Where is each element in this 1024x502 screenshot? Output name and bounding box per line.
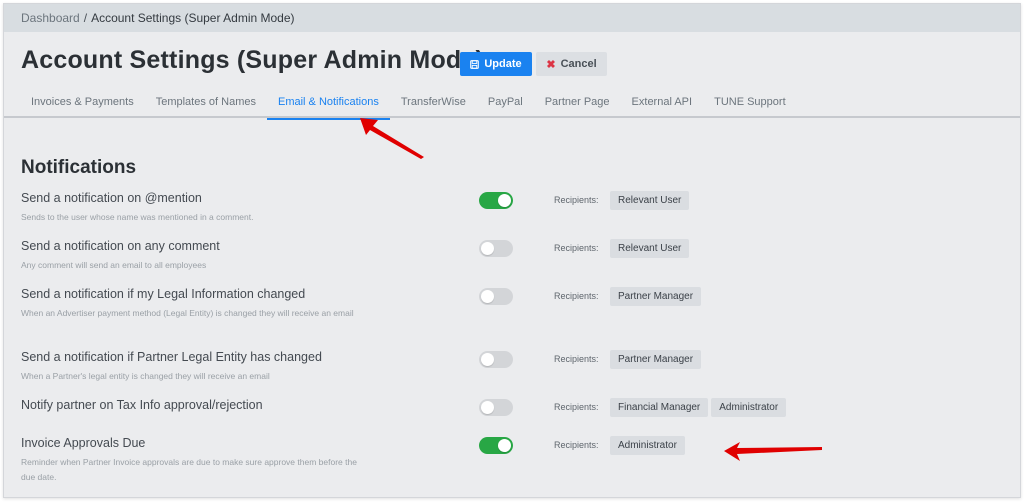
- notification-description: Sends to the user whose name was mention…: [21, 212, 254, 222]
- recipient-chip[interactable]: Relevant User: [610, 239, 690, 258]
- toggle-knob: [498, 194, 511, 207]
- notification-toggle[interactable]: [479, 240, 513, 257]
- notification-description: Reminder when Partner Invoice approvals …: [21, 457, 357, 482]
- close-icon: ✖: [546, 58, 556, 71]
- notification-label: Send a notification on any comment: [21, 239, 220, 253]
- notification-toggle[interactable]: [479, 192, 513, 209]
- update-button-label: Update: [484, 58, 522, 70]
- notification-toggle[interactable]: [479, 437, 513, 454]
- recipient-chip[interactable]: Partner Manager: [610, 287, 702, 306]
- tab-tune-support[interactable]: TUNE Support: [703, 90, 797, 118]
- recipients-label: Recipients:: [554, 440, 599, 450]
- toggle-knob: [498, 439, 511, 452]
- notification-label: Notify partner on Tax Info approval/reje…: [21, 398, 263, 412]
- tab-partner-page[interactable]: Partner Page: [534, 90, 621, 118]
- recipients-label: Recipients:: [554, 402, 599, 412]
- section-title: Notifications: [21, 157, 137, 178]
- update-button[interactable]: Update: [460, 52, 532, 76]
- notification-description: When a Partner's legal entity is changed…: [21, 371, 270, 381]
- recipient-chip[interactable]: Partner Manager: [610, 350, 702, 369]
- cancel-button-label: Cancel: [560, 58, 597, 70]
- settings-tabs: Invoices & Payments Templates of Names Ema…: [4, 90, 1020, 120]
- recipient-chip[interactable]: Financial Manager: [610, 398, 709, 417]
- breadcrumb-separator: /: [83, 11, 88, 25]
- notification-toggle[interactable]: [479, 399, 513, 416]
- notification-label: Send a notification if my Legal Informat…: [21, 287, 306, 301]
- annotation-arrow-tab: [360, 118, 424, 159]
- toggle-knob: [481, 242, 494, 255]
- tab-invoices-payments[interactable]: Invoices & Payments: [20, 90, 145, 118]
- notification-label: Send a notification if Partner Legal Ent…: [21, 350, 322, 364]
- recipient-chip[interactable]: Relevant User: [610, 191, 690, 210]
- recipients-list: Partner Manager: [610, 287, 702, 306]
- recipients-list: Partner Manager: [610, 350, 702, 369]
- recipients-list: Administrator: [610, 436, 685, 455]
- recipients-list: Relevant User: [610, 239, 690, 258]
- tab-external-api[interactable]: External API: [621, 90, 704, 118]
- breadcrumb: Dashboard / Account Settings (Super Admi…: [4, 4, 1020, 32]
- notification-label: Send a notification on @mention: [21, 191, 202, 205]
- recipients-label: Recipients:: [554, 243, 599, 253]
- cancel-button[interactable]: ✖ Cancel: [536, 52, 607, 76]
- toggle-knob: [481, 353, 494, 366]
- notification-description: When an Advertiser payment method (Legal…: [21, 308, 354, 318]
- recipients-label: Recipients:: [554, 291, 599, 301]
- recipient-chip[interactable]: Administrator: [610, 436, 685, 455]
- breadcrumb-current: Account Settings (Super Admin Mode): [91, 11, 295, 25]
- breadcrumb-dashboard-link[interactable]: Dashboard: [21, 11, 80, 25]
- notification-toggle[interactable]: [479, 351, 513, 368]
- tab-templates-of-names[interactable]: Templates of Names: [145, 90, 267, 118]
- annotation-arrow-invoice: [724, 442, 822, 461]
- recipients-list: Relevant User: [610, 191, 690, 210]
- recipients-label: Recipients:: [554, 195, 599, 205]
- tab-transferwise[interactable]: TransferWise: [390, 90, 477, 118]
- notification-description: Any comment will send an email to all em…: [21, 260, 207, 270]
- save-icon: [470, 59, 480, 69]
- notification-toggle[interactable]: [479, 288, 513, 305]
- recipients-list: Financial Manager Administrator: [610, 398, 787, 417]
- notification-label: Invoice Approvals Due: [21, 436, 146, 450]
- tab-email-notifications[interactable]: Email & Notifications: [266, 90, 390, 120]
- recipient-chip[interactable]: Administrator: [711, 398, 787, 417]
- recipients-label: Recipients:: [554, 354, 599, 364]
- toggle-knob: [481, 290, 494, 303]
- tab-paypal[interactable]: PayPal: [477, 90, 534, 118]
- toggle-knob: [481, 401, 494, 414]
- page-title: Account Settings (Super Admin Mode): [21, 46, 485, 74]
- app-window: Dashboard / Account Settings (Super Admi…: [3, 3, 1021, 498]
